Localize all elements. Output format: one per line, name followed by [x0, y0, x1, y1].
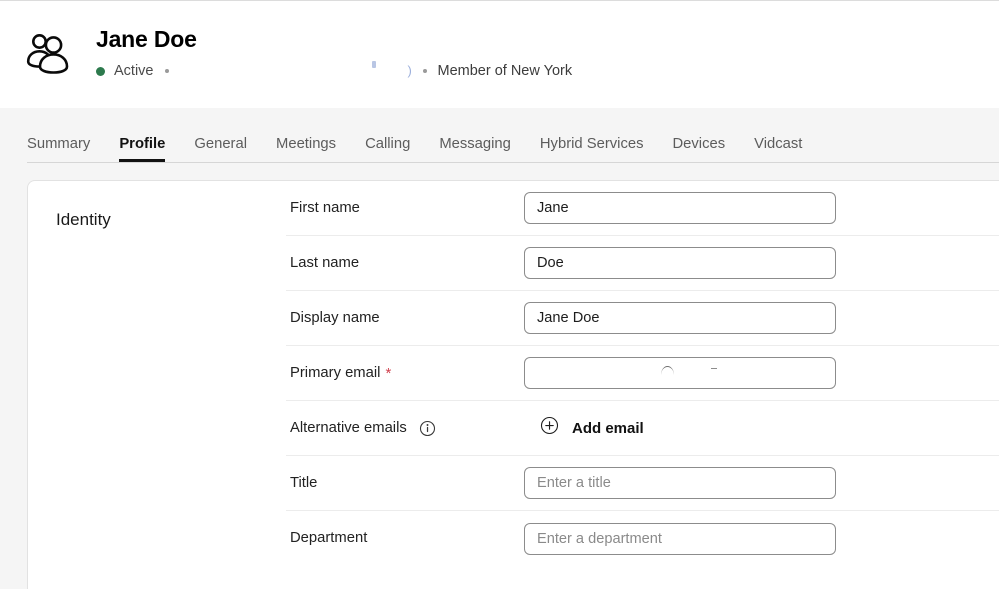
row-department: Department Enter a department — [286, 511, 999, 566]
title-input[interactable]: Enter a title — [524, 467, 836, 499]
label-display-name: Display name — [290, 309, 380, 326]
page-root: Jane Doe Active Member of New York Summa… — [0, 0, 999, 589]
row-last-name: Last name Doe — [286, 236, 999, 291]
membership-label: Member of New York — [437, 63, 573, 79]
row-first-name: First name Jane — [286, 181, 999, 236]
meta-separator-2 — [422, 69, 427, 73]
group-people-icon — [26, 34, 69, 74]
required-asterisk: * — [385, 364, 392, 382]
info-circle-icon[interactable] — [419, 420, 436, 437]
tab-general[interactable]: General — [194, 135, 247, 162]
add-email-label: Add email — [572, 419, 644, 437]
label-title: Title — [290, 474, 318, 491]
tab-summary[interactable]: Summary — [27, 135, 90, 162]
tab-bar-wrapper: Summary Profile General Meetings Calling… — [0, 108, 999, 163]
tab-vidcast[interactable]: Vidcast — [754, 135, 802, 162]
primary-email-input[interactable] — [524, 357, 836, 389]
identity-form: First name Jane Last name Doe Display na… — [286, 181, 999, 589]
tab-bar: Summary Profile General Meetings Calling… — [0, 128, 999, 162]
page-title: Jane Doe — [96, 26, 197, 52]
add-email-button[interactable]: Add email — [540, 416, 644, 440]
row-alternative-emails: Alternative emails Add email — [286, 401, 999, 456]
last-name-input[interactable]: Doe — [524, 247, 836, 279]
user-meta-row: Active Member of New York — [96, 60, 573, 80]
tab-hybrid-services[interactable]: Hybrid Services — [540, 135, 644, 162]
department-input[interactable]: Enter a department — [524, 522, 836, 555]
first-name-input[interactable]: Jane — [524, 192, 836, 224]
meta-separator-1 — [164, 69, 169, 73]
row-title: Title Enter a title — [286, 456, 999, 511]
row-display-name: Display name Jane Doe — [286, 291, 999, 346]
row-primary-email: Primary email * — [286, 346, 999, 401]
label-alternative-emails: Alternative emails — [290, 419, 524, 438]
header-text-block: Jane Doe Active Member of New York — [96, 23, 572, 80]
plus-circle-icon — [540, 416, 559, 440]
tab-calling[interactable]: Calling — [365, 135, 410, 162]
user-header: Jane Doe Active Member of New York — [0, 1, 999, 108]
identity-section-title: Identity — [56, 210, 111, 229]
label-last-name: Last name — [290, 254, 360, 271]
status-dot — [96, 66, 105, 76]
tab-meetings[interactable]: Meetings — [276, 135, 336, 162]
tab-profile[interactable]: Profile — [119, 135, 166, 162]
avatar — [22, 27, 74, 79]
display-name-input[interactable]: Jane Doe — [524, 302, 836, 334]
tab-devices[interactable]: Devices — [672, 135, 725, 162]
tab-bar-divider — [27, 162, 999, 163]
status-badge: Active — [114, 63, 154, 79]
label-department: Department — [290, 530, 368, 546]
redacted-meta-text — [180, 60, 412, 80]
label-primary-email: Primary email * — [290, 364, 392, 382]
tab-messaging[interactable]: Messaging — [439, 135, 511, 162]
section-title-column: Identity — [28, 181, 286, 589]
label-first-name: First name — [290, 199, 360, 216]
identity-card: Identity First name Jane Last name Doe D… — [27, 180, 999, 589]
